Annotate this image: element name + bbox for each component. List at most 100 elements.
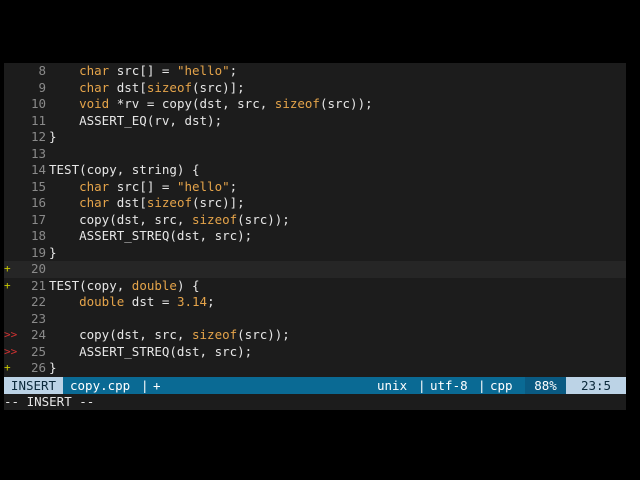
code-text[interactable]: } bbox=[49, 245, 57, 262]
filename-label: copy.cpp bbox=[70, 378, 131, 393]
code-token: ASSERT_STREQ(dst, src); bbox=[49, 343, 253, 359]
gutter-sign: + bbox=[4, 278, 11, 292]
gutter-sign bbox=[4, 179, 18, 196]
code-line[interactable]: 11 ASSERT_EQ(rv, dst); bbox=[4, 113, 626, 130]
code-text[interactable]: ASSERT_STREQ(dst, src); bbox=[49, 344, 252, 361]
line-number: 10 bbox=[30, 96, 46, 111]
code-line[interactable]: +21 TEST(copy, double) { bbox=[4, 278, 626, 295]
status-separator: | bbox=[478, 378, 486, 393]
gutter-sign bbox=[4, 80, 18, 97]
code-token: } bbox=[49, 129, 57, 144]
code-line[interactable]: 19} bbox=[4, 245, 626, 262]
code-line[interactable]: 14 TEST(copy, string) { bbox=[4, 162, 626, 179]
code-line[interactable]: 15 char src[] = "hello"; bbox=[4, 179, 626, 196]
code-line[interactable]: 13 bbox=[4, 146, 626, 163]
code-token: *rv = copy(dst, src, bbox=[109, 96, 275, 111]
code-line[interactable]: 23 bbox=[4, 311, 626, 328]
code-text[interactable]: char dst[sizeof(src)]; bbox=[49, 195, 245, 212]
code-token: copy(dst, src, bbox=[49, 327, 192, 342]
gutter-sign: + bbox=[4, 361, 11, 374]
code-text[interactable]: double dst = 3.14; bbox=[49, 294, 215, 311]
code-text[interactable]: } bbox=[49, 360, 57, 377]
code-token: ASSERT_EQ(rv, dst); bbox=[49, 112, 223, 128]
fileformat-label: unix bbox=[377, 378, 408, 393]
syntax-token: char bbox=[79, 63, 110, 78]
text-buffer[interactable]: 8 char src[] = "hello"; 9 char dst[sizeof… bbox=[4, 63, 626, 377]
gutter-sign bbox=[4, 162, 18, 179]
code-token: ) { bbox=[176, 277, 200, 293]
code-token: } bbox=[49, 360, 57, 375]
code-line[interactable]: >> 25 ASSERT_STREQ(dst, src); bbox=[4, 344, 626, 361]
code-token: src[] = bbox=[109, 178, 177, 194]
code-line[interactable]: 8 char src[] = "hello"; bbox=[4, 63, 626, 80]
scroll-percent: 88% bbox=[525, 377, 566, 394]
code-text[interactable]: TEST(copy, double) { bbox=[49, 278, 200, 295]
gutter-sign bbox=[4, 245, 18, 262]
gutter-sign: >> bbox=[4, 328, 18, 341]
code-line[interactable]: >> 24 copy(dst, src, sizeof(src)); bbox=[4, 327, 626, 344]
line-number: 19 bbox=[30, 244, 46, 260]
code-token: (src)); bbox=[319, 96, 373, 111]
mode-indicator: INSERT bbox=[4, 377, 63, 394]
gutter-sign bbox=[4, 129, 18, 146]
code-text[interactable]: char dst[sizeof(src)]; bbox=[49, 80, 245, 97]
code-line[interactable]: 17 copy(dst, src, sizeof(src)); bbox=[4, 212, 626, 229]
syntax-token: char bbox=[79, 195, 110, 210]
code-text[interactable]: void *rv = copy(dst, src, sizeof(src)); bbox=[49, 96, 373, 113]
line-number: 14 bbox=[30, 162, 46, 177]
line-number: 21 bbox=[30, 277, 46, 293]
line-number: 13 bbox=[30, 145, 46, 161]
gutter-sign: >> bbox=[4, 344, 18, 358]
gutter-sign bbox=[4, 146, 18, 163]
code-line[interactable]: 16 char dst[sizeof(src)]; bbox=[4, 195, 626, 212]
gutter-sign bbox=[4, 113, 18, 130]
gutter-sign bbox=[4, 228, 18, 245]
line-number: 20 bbox=[30, 261, 46, 276]
line-number: 22 bbox=[30, 294, 46, 309]
syntax-token: double bbox=[79, 294, 125, 309]
code-line[interactable]: 22 double dst = 3.14; bbox=[4, 294, 626, 311]
code-text[interactable]: char src[] = "hello"; bbox=[49, 179, 237, 196]
line-number: 23 bbox=[30, 310, 46, 326]
line-number: 15 bbox=[30, 178, 46, 194]
command-line[interactable]: -- INSERT -- bbox=[4, 394, 626, 410]
code-text[interactable]: } bbox=[49, 129, 57, 146]
code-text[interactable]: copy(dst, src, sizeof(src)); bbox=[49, 327, 290, 344]
code-token: (src)); bbox=[237, 327, 290, 342]
gutter-sign: + bbox=[4, 262, 11, 275]
line-number: 8 bbox=[38, 63, 46, 78]
syntax-token: double bbox=[131, 277, 177, 293]
code-line[interactable]: 9 char dst[sizeof(src)]; bbox=[4, 80, 626, 97]
code-text[interactable]: char src[] = "hello"; bbox=[49, 63, 237, 80]
line-number: 12 bbox=[30, 129, 46, 144]
encoding-label: utf-8 bbox=[430, 378, 468, 393]
syntax-token: 3.14 bbox=[176, 294, 208, 309]
code-token: } bbox=[49, 244, 57, 260]
code-token: dst[ bbox=[109, 195, 147, 210]
line-number: 25 bbox=[30, 343, 46, 359]
code-text[interactable]: copy(dst, src, sizeof(src)); bbox=[49, 212, 290, 229]
code-text[interactable]: TEST(copy, string) { bbox=[49, 162, 200, 179]
syntax-token: sizeof bbox=[146, 79, 193, 95]
code-text[interactable]: ASSERT_EQ(rv, dst); bbox=[49, 113, 222, 130]
status-separator: | bbox=[141, 378, 149, 393]
syntax-token: void bbox=[79, 96, 110, 111]
filetype-label: cpp bbox=[490, 378, 513, 393]
editor-window[interactable]: 8 char src[] = "hello"; 9 char dst[sizeof… bbox=[4, 63, 626, 410]
code-line[interactable]: +26} bbox=[4, 360, 626, 377]
code-token: ; bbox=[207, 294, 215, 309]
cursor-position: 23:5 bbox=[566, 377, 626, 394]
code-line[interactable]: 12} bbox=[4, 129, 626, 146]
syntax-token: "hello" bbox=[176, 178, 230, 194]
code-token: copy(dst, src, bbox=[49, 211, 192, 227]
code-text[interactable]: ASSERT_STREQ(dst, src); bbox=[49, 228, 252, 245]
code-line[interactable]: 18 ASSERT_STREQ(dst, src); bbox=[4, 228, 626, 245]
line-number: 24 bbox=[30, 327, 46, 342]
code-token: ASSERT_STREQ(dst, src); bbox=[49, 228, 253, 243]
code-line[interactable]: +20 bbox=[4, 261, 626, 278]
code-line[interactable]: 10 void *rv = copy(dst, src, sizeof(src)… bbox=[4, 96, 626, 113]
